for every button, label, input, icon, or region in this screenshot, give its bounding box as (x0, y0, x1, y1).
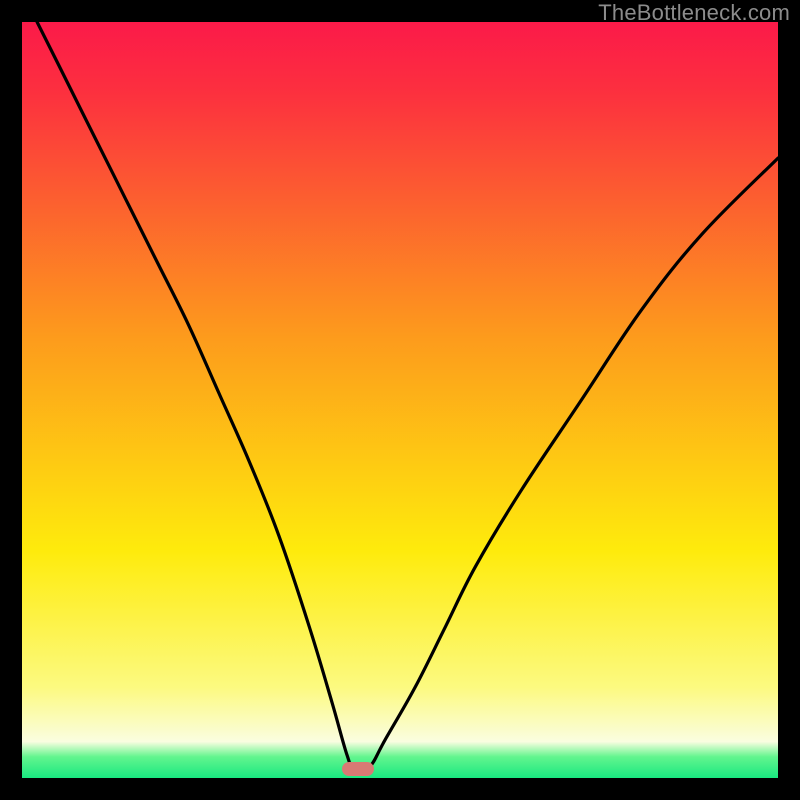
optimal-marker (342, 762, 374, 776)
mismatch-curve (22, 22, 778, 778)
watermark-text: TheBottleneck.com (598, 0, 790, 26)
chart-frame: TheBottleneck.com (0, 0, 800, 800)
plot-area (22, 22, 778, 778)
